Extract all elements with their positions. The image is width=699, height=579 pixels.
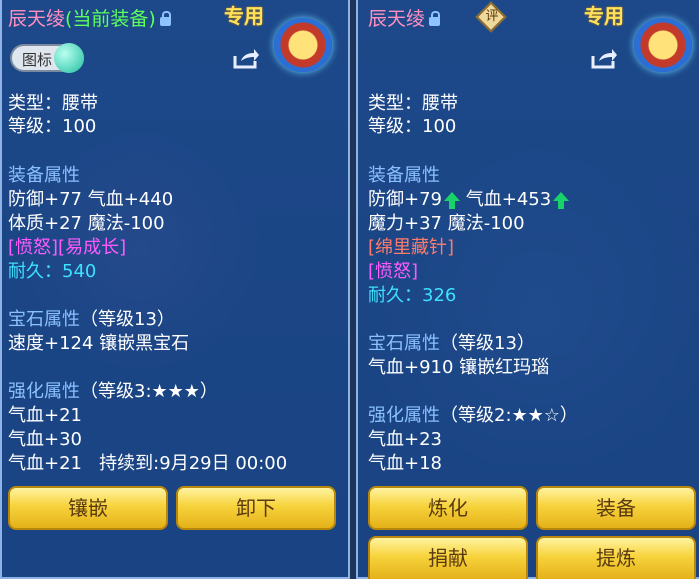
strength-level: （等级2:★★☆） [440, 405, 578, 426]
durability-line: 耐久：540 [8, 261, 96, 283]
strength-line-1: 气血+23 [368, 429, 442, 450]
equip-attr-line-1: 防御+77 气血+440 [8, 189, 174, 210]
durability-value: 540 [62, 261, 97, 282]
durability-label: 耐久： [8, 261, 62, 282]
strength-attr-header: 强化属性（等级3:★★★） [8, 381, 218, 403]
item-title: 辰天绫 [368, 4, 441, 31]
strength-line-3: 气血+21 持续到:9月29日 00:00 [8, 453, 287, 475]
level-line: 等级：100 [8, 116, 97, 137]
current-equipment-panel: 辰天绫(当前装备) 专用 图标 类型：腰带 等级：100 装备属性 防御+77 … [0, 0, 350, 579]
special-effect-1: [绵里藏针] [368, 237, 455, 258]
unequip-button[interactable]: 卸下 [176, 486, 336, 530]
gem-attr-line: 气血+910 镶嵌红玛瑙 [368, 357, 550, 378]
item-name: 辰天绫 [8, 8, 66, 30]
icon-toggle[interactable]: 图标 [10, 43, 84, 73]
item-emblem-icon [274, 18, 332, 72]
lock-icon [159, 11, 171, 26]
gem-attr-line: 速度+124 镶嵌黑宝石 [8, 333, 190, 354]
strength-line-2: 气血+18 [368, 453, 442, 474]
special-effects: [愤怒][易成长] [8, 237, 127, 258]
equip-button[interactable]: 装备 [536, 486, 696, 530]
strength-level: （等级3:★★★） [80, 381, 218, 402]
durability-line: 耐久：326 [368, 285, 456, 307]
type-line: 类型：腰带 [368, 93, 458, 114]
durability-label: 耐久： [368, 285, 422, 306]
exclusive-tag: 专用 [584, 4, 624, 28]
equip-attr-header: 装备属性 [8, 165, 80, 186]
gem-attr-header: 宝石属性（等级13） [368, 333, 535, 355]
increase-arrow-icon [553, 192, 570, 209]
durability-value: 326 [422, 285, 457, 306]
hp-value: 气血+453 [465, 189, 552, 210]
equip-attr-line-1: 防御+79 气血+453 [368, 189, 570, 211]
item-name: 辰天绫 [368, 8, 426, 30]
share-icon[interactable] [232, 46, 260, 70]
equip-attr-line-2: 体质+27 魔法-100 [8, 213, 165, 234]
lock-icon [429, 11, 441, 26]
extract-button[interactable]: 提炼 [536, 536, 696, 579]
item-emblem-icon [634, 18, 692, 72]
equip-attr-header: 装备属性 [368, 165, 440, 186]
strength-header-label: 强化属性 [8, 381, 80, 402]
toggle-knob-icon [54, 43, 84, 73]
gem-level: （等级13） [440, 333, 535, 354]
gem-header-label: 宝石属性 [8, 309, 80, 330]
type-line: 类型：腰带 [8, 93, 98, 114]
strength-line-2: 气血+30 [8, 429, 82, 450]
gem-level: （等级13） [80, 309, 175, 330]
strength-line-1: 气血+21 [8, 405, 82, 426]
special-effect-2: [愤怒] [368, 261, 419, 282]
inlay-button[interactable]: 镶嵌 [8, 486, 168, 530]
gem-header-label: 宝石属性 [368, 333, 440, 354]
compare-equipment-panel: 辰天绫 评 专用 类型：腰带 等级：100 装备属性 防御+79 气血+453 … [356, 0, 699, 579]
item-title: 辰天绫(当前装备) [8, 4, 171, 31]
increase-arrow-icon [444, 192, 460, 209]
donate-button[interactable]: 捐献 [368, 536, 528, 579]
rating-badge-label: 评 [485, 9, 499, 24]
icon-toggle-label: 图标 [22, 51, 53, 69]
gem-attr-header: 宝石属性（等级13） [8, 309, 175, 331]
defense-value: 防御+79 [368, 189, 442, 210]
strength-line-3-value: 气血+21 [8, 453, 82, 474]
level-line: 等级：100 [368, 116, 457, 137]
strength-header-label: 强化属性 [368, 405, 440, 426]
strength-duration: 持续到:9月29日 00:00 [99, 453, 288, 474]
exclusive-tag: 专用 [224, 4, 264, 28]
strength-attr-header: 强化属性（等级2:★★☆） [368, 405, 578, 427]
item-equipped-note: (当前装备) [65, 8, 156, 30]
refine-button[interactable]: 炼化 [368, 486, 528, 530]
share-icon[interactable] [590, 46, 618, 70]
equip-attr-line-2: 魔力+37 魔法-100 [368, 213, 525, 234]
